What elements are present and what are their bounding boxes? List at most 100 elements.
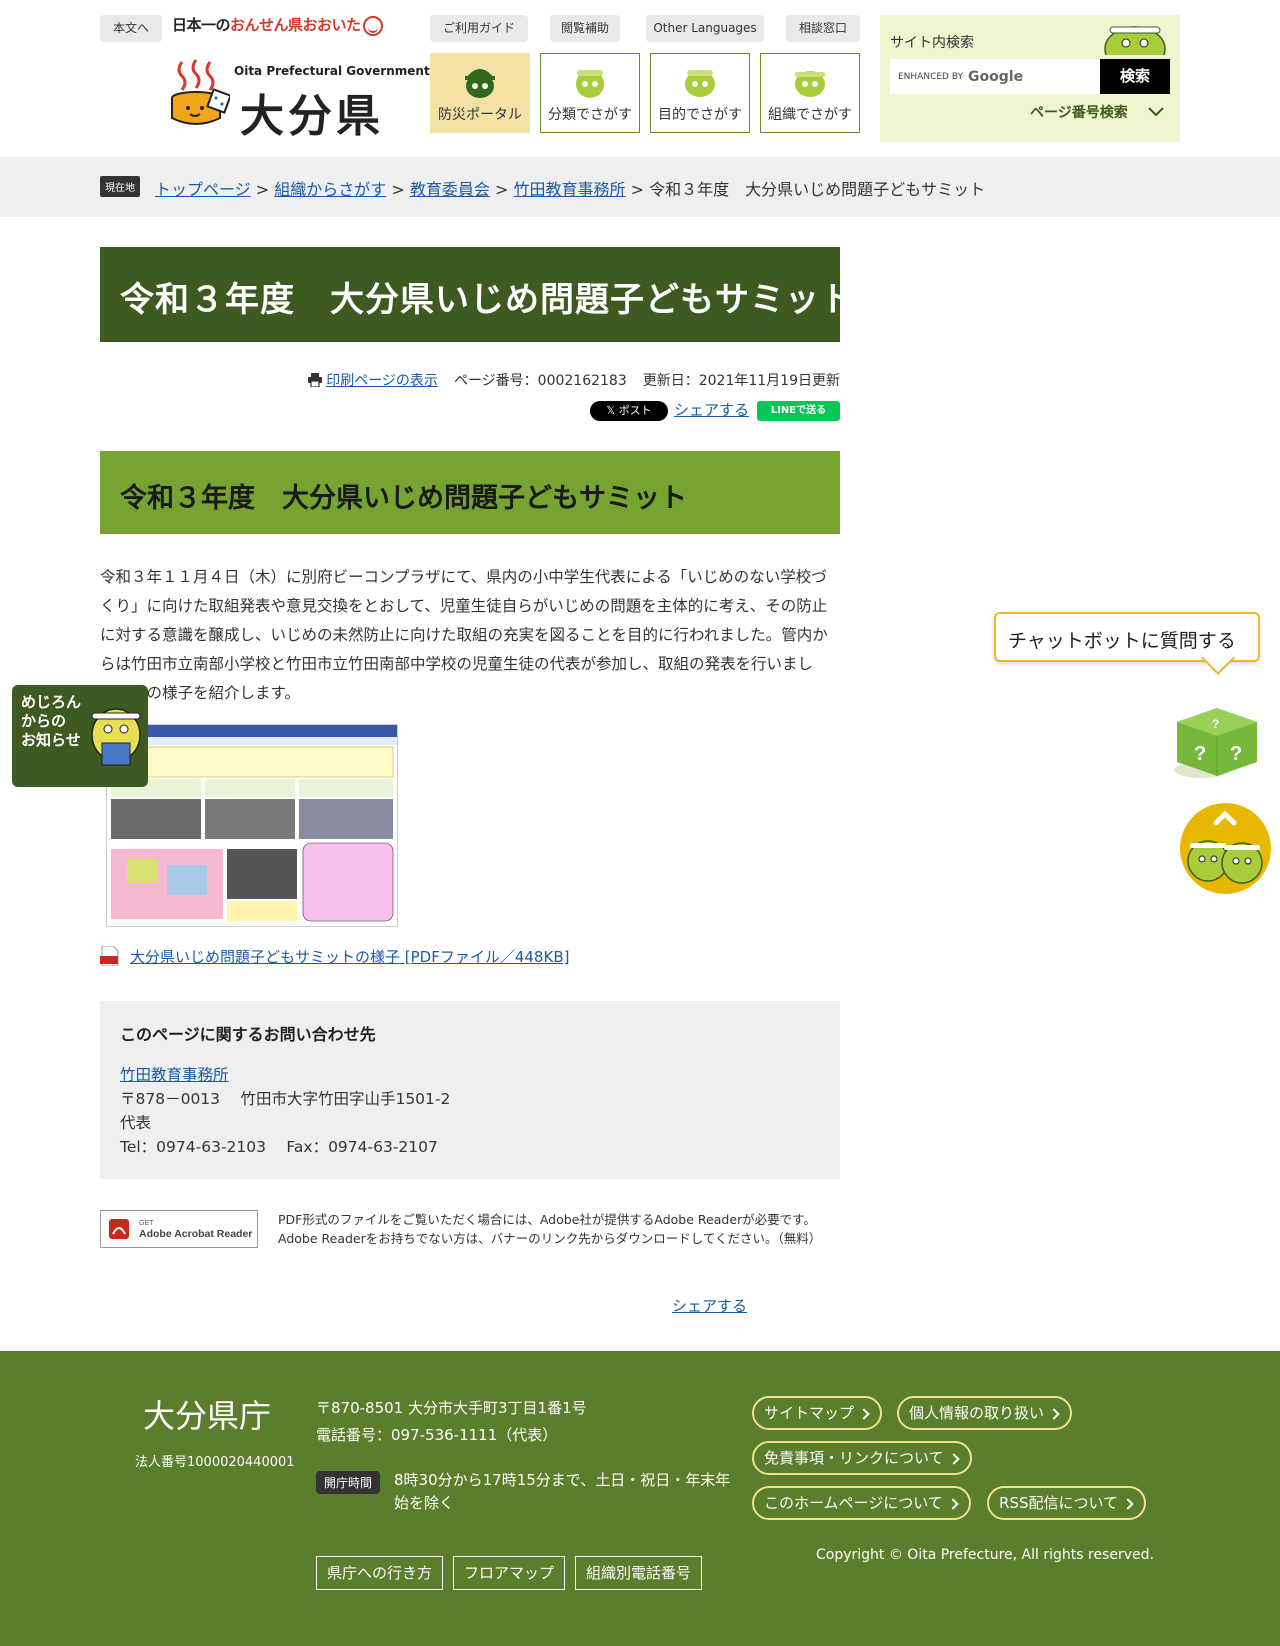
mejiron-notice-button[interactable]: めじろん からの お知らせ xyxy=(12,685,148,787)
body-paragraph: 令和３年１１月４日（木）に別府ビーコンプラザにて、県内の小中学生代表による「いじ… xyxy=(100,568,828,702)
summit-poster-image[interactable] xyxy=(106,724,398,927)
chatbot-label: チャットボットに質問する xyxy=(1008,630,1236,652)
skip-to-content-button[interactable]: 本文へ xyxy=(100,15,162,42)
footer-title: 大分県庁 xyxy=(143,1397,272,1435)
nav-by-purpose[interactable]: 目的でさがす xyxy=(650,53,750,133)
rss-link[interactable]: RSS配信について xyxy=(987,1486,1147,1520)
other-languages-button[interactable]: Other Languages xyxy=(646,15,764,42)
chevron-down-icon xyxy=(1147,107,1164,117)
contact-title: このページに関するお問い合わせ先 xyxy=(120,1025,376,1044)
page-number-search-toggle[interactable]: ページ番号検索 xyxy=(1030,102,1165,122)
svg-text:?: ? xyxy=(1212,717,1219,731)
office-hours: 8時30分から17時15分まで、土日・祝日・年末年始を除く xyxy=(394,1471,731,1512)
usage-guide-button[interactable]: ご利用ガイド xyxy=(430,15,528,42)
printer-icon xyxy=(308,373,323,387)
contact-office-link[interactable]: 竹田教育事務所 xyxy=(120,1066,229,1084)
contact-rep: 代表 xyxy=(120,1114,152,1132)
chatbot-bubble[interactable]: チャットボットに質問する xyxy=(994,612,1260,662)
about-site-link[interactable]: このホームページについて xyxy=(752,1486,971,1520)
copyright: Copyright © Oita Prefecture, All rights … xyxy=(816,1547,1154,1563)
disclaimer-link[interactable]: 免責事項・リンクについて xyxy=(752,1441,972,1475)
breadcrumb-separator: > xyxy=(630,180,645,199)
breadcrumb-taketa-office[interactable]: 竹田教育事務所 xyxy=(514,180,626,199)
breadcrumb-home[interactable]: トップページ xyxy=(155,180,251,199)
svg-text:?: ? xyxy=(1230,743,1242,765)
corporate-number: 法人番号1000020440001 xyxy=(135,1455,295,1470)
breadcrumb-current: 令和３年度 大分県いじめ問題子どもサミット xyxy=(649,180,986,199)
site-header: 本文へ 日本一のおんせん県おおいた Oita Prefectural Gover… xyxy=(0,0,1280,157)
mascot-peek-icon xyxy=(1104,26,1166,55)
share-link[interactable]: シェアする xyxy=(674,399,749,420)
footer-address: 〒870-8501 大分市大手町3丁目1番1号 xyxy=(316,1399,587,1417)
adobe-banner-main: Adobe Acrobat Reader xyxy=(139,1228,252,1240)
search-button[interactable]: 検索 xyxy=(1100,59,1170,94)
nav-by-category[interactable]: 分類でさがす xyxy=(540,53,640,133)
mascot-purpose-icon xyxy=(685,70,715,97)
page-top-button[interactable] xyxy=(1180,803,1271,894)
hours-tag: 開庁時間 xyxy=(316,1471,381,1494)
footer-phone: 電話番号：097-536-1111（代表） xyxy=(316,1426,558,1444)
mascot-helmet-icon xyxy=(465,69,495,98)
onsen-tagline: 日本一のおんせん県おおいた xyxy=(172,14,383,36)
adobe-reader-banner[interactable]: GET Adobe Acrobat Reader xyxy=(100,1210,258,1248)
line-send-button[interactable]: LINEで送る xyxy=(757,401,840,421)
breadcrumb-list: トップページ > 組織からさがす > 教育委員会 > 竹田教育事務所 > 令和３… xyxy=(155,176,985,200)
adobe-banner-small: GET xyxy=(139,1220,154,1227)
page-number-search-label: ページ番号検索 xyxy=(1030,105,1128,121)
share-row: 𝕏 ポスト シェアする LINEで送る xyxy=(590,401,840,421)
oita-logo-icon[interactable] xyxy=(168,58,230,130)
breadcrumb: 現在地 トップページ > 組織からさがす > 教育委員会 > 竹田教育事務所 >… xyxy=(0,157,1280,217)
site-footer: 大分県庁 法人番号1000020440001 〒870-8501 大分市大手町3… xyxy=(0,1351,1280,1646)
adobe-acrobat-icon: GET Adobe Acrobat Reader xyxy=(109,1219,252,1240)
print-page-link[interactable]: 印刷ページの表示 xyxy=(326,373,438,389)
search-title: サイト内検索 xyxy=(890,35,974,51)
page-number: ページ番号：0002162183 xyxy=(453,373,627,389)
x-post-button[interactable]: 𝕏 ポスト xyxy=(590,401,668,421)
poster-thumbnail-icon xyxy=(107,725,397,922)
search-input[interactable]: ENHANCED BY Google xyxy=(890,59,1100,94)
chatbot-cube-icon[interactable]: ? ? ? xyxy=(1172,704,1262,780)
breadcrumb-tag: 現在地 xyxy=(100,176,140,197)
adobe-notice: PDF形式のファイルをご覧いただく場合には、Adobe社が提供するAdobe R… xyxy=(278,1212,822,1246)
section-heading-box: 令和３年度 大分県いじめ問題子どもサミット xyxy=(100,451,840,534)
page-title: 令和３年度 大分県いじめ問題子どもサミット xyxy=(120,280,855,320)
nav-disaster-portal[interactable]: 防災ポータル xyxy=(430,53,530,133)
consultation-button[interactable]: 相談窓口 xyxy=(786,15,860,42)
tagline-red: おんせん県おおいた xyxy=(230,16,361,34)
logo-japanese[interactable]: 大分県 xyxy=(240,80,384,144)
pdf-file-icon xyxy=(100,946,119,966)
breadcrumb-separator: > xyxy=(495,180,509,199)
mejiron-label: めじろん からの お知らせ xyxy=(21,693,82,749)
pdf-link[interactable]: 大分県いじめ問題子どもサミットの様子 [PDFファイル／448KB] xyxy=(130,948,569,966)
nav-by-organization[interactable]: 組織でさがす xyxy=(760,53,860,133)
nav-label: 防災ポータル xyxy=(438,107,522,123)
privacy-link[interactable]: 個人情報の取り扱い xyxy=(897,1396,1073,1430)
accessibility-button[interactable]: 閲覧補助 xyxy=(550,15,620,42)
pdf-row: 大分県いじめ問題子どもサミットの様子 [PDFファイル／448KB] xyxy=(100,946,569,967)
contact-tel-fax: Tel：0974-63-2103 Fax：0974-63-2107 xyxy=(120,1138,438,1156)
page-meta: 印刷ページの表示 ページ番号：0002162183 更新日：2021年11月19日更… xyxy=(100,370,840,390)
enhanced-by-label: ENHANCED BY xyxy=(898,71,964,82)
contact-details: 竹田教育事務所 〒878－0013 竹田市大字竹田字山手1501-2 代表 Te… xyxy=(120,1063,450,1159)
onsen-icon xyxy=(362,15,383,36)
breadcrumb-separator: > xyxy=(255,180,270,199)
org-phone-link[interactable]: 組織別電話番号 xyxy=(575,1556,703,1590)
mascot-category-icon xyxy=(576,70,604,98)
share-bottom-link[interactable]: シェアする xyxy=(672,1295,747,1316)
logo-english: Oita Prefectural Government xyxy=(234,64,430,78)
footer-address-block: 〒870-8501 大分市大手町3丁目1番1号 電話番号：097-536-111… xyxy=(316,1395,587,1449)
updated-date: 更新日：2021年11月19日更新 xyxy=(642,373,840,389)
google-label: Google xyxy=(968,68,1024,85)
page-top-mascots-icon xyxy=(1187,810,1263,884)
section-heading: 令和３年度 大分県いじめ問題子どもサミット xyxy=(120,483,687,514)
sitemap-link[interactable]: サイトマップ xyxy=(752,1396,883,1430)
breadcrumb-separator: > xyxy=(391,180,405,199)
site-search-panel: サイト内検索 ENHANCED BY Google 検索 ページ番号検索 xyxy=(880,15,1180,142)
breadcrumb-organization[interactable]: 組織からさがす xyxy=(274,180,386,199)
breadcrumb-education-board[interactable]: 教育委員会 xyxy=(410,180,490,199)
tagline-prefix: 日本一の xyxy=(172,16,231,34)
floor-map-link[interactable]: フロアマップ xyxy=(453,1556,566,1590)
nav-label: 分類でさがす xyxy=(548,107,632,123)
access-link[interactable]: 県庁への行き方 xyxy=(316,1556,444,1590)
contact-box: このページに関するお問い合わせ先 竹田教育事務所 〒878－0013 竹田市大字… xyxy=(100,1001,840,1179)
